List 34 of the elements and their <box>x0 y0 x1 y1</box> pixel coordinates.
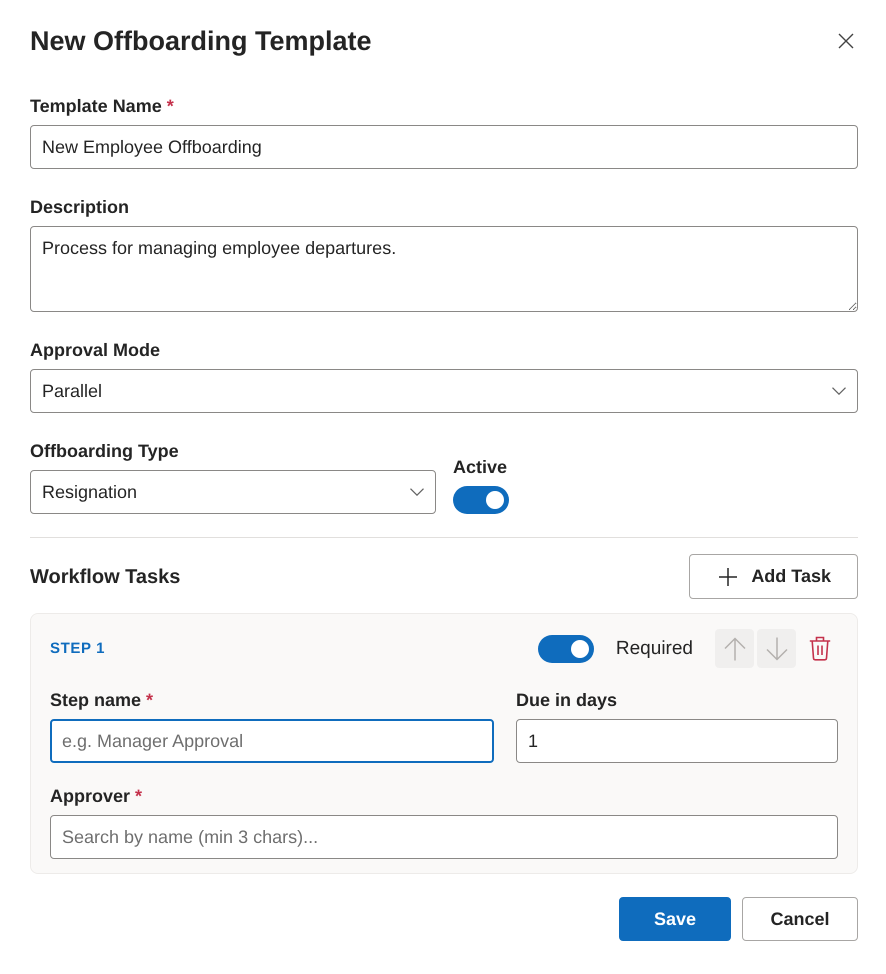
required-label: Required <box>616 636 693 660</box>
field-label: Due in days <box>516 689 618 712</box>
add-task-button[interactable]: Add Task <box>689 554 858 599</box>
dialog-title: New Offboarding Template <box>30 25 372 58</box>
plus-icon <box>719 568 738 586</box>
active-label: Active <box>453 456 508 479</box>
section-title: Workflow Tasks <box>30 564 180 590</box>
field-label: Description <box>30 196 130 219</box>
approver-search-input[interactable]: Search by name (min 3 chars)... <box>50 815 838 859</box>
field-label: Offboarding Type <box>30 440 179 463</box>
arrow-up-icon <box>724 636 746 660</box>
step-title: STEP 1 <box>50 638 106 658</box>
description-textarea[interactable]: Process for managing employee departures. <box>30 226 858 312</box>
active-toggle[interactable] <box>453 486 509 514</box>
close-icon <box>838 33 854 49</box>
required-asterisk: * <box>135 785 142 808</box>
required-asterisk: * <box>146 689 154 712</box>
field-label: Template Name <box>30 95 162 118</box>
cancel-button[interactable]: Cancel <box>742 897 858 941</box>
trash-icon <box>809 636 831 661</box>
required-toggle[interactable] <box>538 634 594 662</box>
chevron-down-icon <box>410 488 424 496</box>
required-asterisk: * <box>166 95 174 118</box>
field-label: Approval Mode <box>30 339 160 362</box>
chevron-down-icon <box>832 387 846 395</box>
due-days-input[interactable]: 1 <box>516 719 838 763</box>
arrow-down-icon <box>766 636 788 660</box>
step-name-input[interactable]: e.g. Manager Approval <box>50 719 494 763</box>
template-name-input[interactable]: New Employee Offboarding <box>30 125 858 169</box>
approval-mode-dropdown[interactable]: Parallel <box>30 369 858 413</box>
field-label: Step name <box>50 689 142 712</box>
offboarding-type-dropdown[interactable]: Resignation <box>30 470 436 514</box>
field-label: Approver <box>50 785 130 808</box>
save-button[interactable]: Save <box>619 897 731 941</box>
